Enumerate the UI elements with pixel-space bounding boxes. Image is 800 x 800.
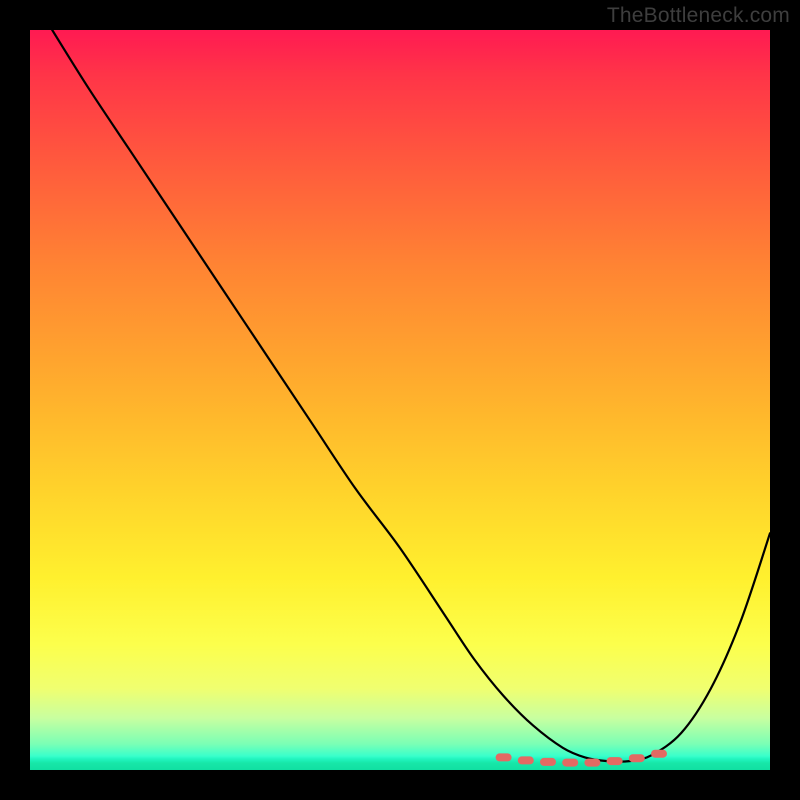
curve-marker <box>607 757 623 765</box>
curve-marker <box>518 756 534 764</box>
watermark-text: TheBottleneck.com <box>607 4 790 28</box>
curve-layer <box>30 30 770 770</box>
curve-marker <box>496 753 512 761</box>
plot-area <box>30 30 770 770</box>
curve-marker <box>584 759 600 767</box>
curve-marker <box>540 758 556 766</box>
curve-marker <box>562 759 578 767</box>
chart-frame: TheBottleneck.com <box>0 0 800 800</box>
curve-marker <box>651 750 667 758</box>
curve-markers <box>496 750 667 767</box>
bottleneck-curve <box>52 30 770 762</box>
curve-marker <box>629 754 645 762</box>
